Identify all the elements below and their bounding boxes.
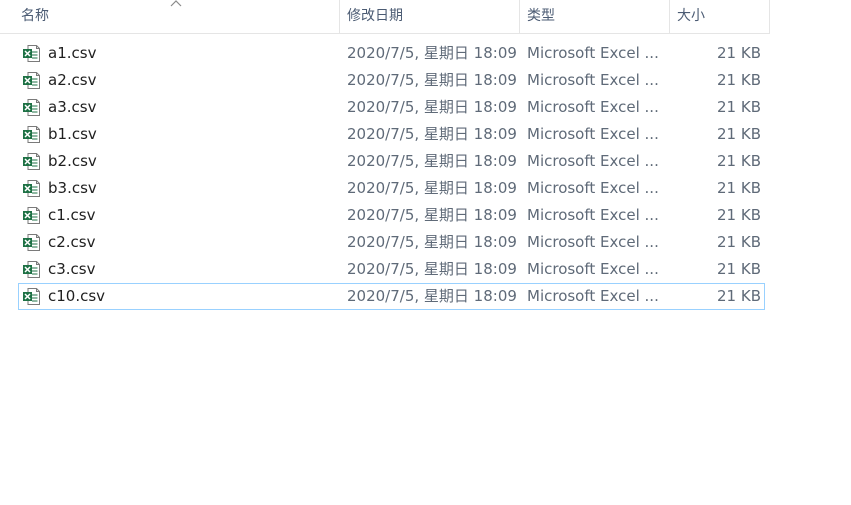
excel-csv-file-icon — [22, 125, 41, 144]
column-header-size[interactable]: 大小 — [670, 0, 770, 33]
file-row[interactable]: b1.csv 2020/7/5, 星期日 18:09 Microsoft Excel… — [18, 121, 765, 148]
file-size: 21 KB — [717, 260, 761, 278]
file-row[interactable]: c1.csv 2020/7/5, 星期日 18:09 Microsoft Excel… — [18, 202, 765, 229]
file-modified-date: 2020/7/5, 星期日 18:09 — [347, 152, 517, 170]
file-size: 21 KB — [717, 71, 761, 89]
excel-csv-file-icon — [22, 71, 41, 90]
file-modified-date: 2020/7/5, 星期日 18:09 — [347, 98, 517, 116]
file-modified-date: 2020/7/5, 星期日 18:09 — [347, 233, 517, 251]
file-modified-date: 2020/7/5, 星期日 18:09 — [347, 287, 517, 305]
excel-csv-file-icon — [22, 152, 41, 171]
file-modified-date: 2020/7/5, 星期日 18:09 — [347, 125, 517, 143]
file-row[interactable]: b2.csv 2020/7/5, 星期日 18:09 Microsoft Excel… — [18, 148, 765, 175]
file-size: 21 KB — [717, 287, 761, 305]
column-divider[interactable] — [769, 0, 770, 33]
file-row[interactable]: c2.csv 2020/7/5, 星期日 18:09 Microsoft Excel… — [18, 229, 765, 256]
excel-csv-file-icon — [22, 260, 41, 279]
column-header-size-label: 大小 — [677, 8, 705, 24]
file-size: 21 KB — [717, 152, 761, 170]
file-name: a3.csv — [48, 98, 97, 116]
file-type: Microsoft Excel ... — [527, 98, 659, 116]
file-size: 21 KB — [717, 206, 761, 224]
file-type: Microsoft Excel ... — [527, 233, 659, 251]
file-row[interactable]: a3.csv 2020/7/5, 星期日 18:09 Microsoft Excel… — [18, 94, 765, 121]
excel-csv-file-icon — [22, 44, 41, 63]
file-name: c1.csv — [48, 206, 96, 224]
file-type: Microsoft Excel ... — [527, 152, 659, 170]
file-modified-date: 2020/7/5, 星期日 18:09 — [347, 44, 517, 62]
file-name: b2.csv — [48, 152, 97, 170]
column-header-name-label: 名称 — [21, 8, 49, 24]
file-name: a1.csv — [48, 44, 97, 62]
file-name: b3.csv — [48, 179, 97, 197]
file-type: Microsoft Excel ... — [527, 44, 659, 62]
file-modified-date: 2020/7/5, 星期日 18:09 — [347, 260, 517, 278]
file-type: Microsoft Excel ... — [527, 260, 659, 278]
file-name: c10.csv — [48, 287, 106, 305]
excel-csv-file-icon — [22, 233, 41, 252]
file-name: c2.csv — [48, 233, 96, 251]
file-size: 21 KB — [717, 125, 761, 143]
file-row[interactable]: a2.csv 2020/7/5, 星期日 18:09 Microsoft Excel… — [18, 67, 765, 94]
file-row[interactable]: a1.csv 2020/7/5, 星期日 18:09 Microsoft Excel… — [18, 40, 765, 67]
file-type: Microsoft Excel ... — [527, 287, 659, 305]
file-type: Microsoft Excel ... — [527, 179, 659, 197]
file-row[interactable]: b3.csv 2020/7/5, 星期日 18:09 Microsoft Excel… — [18, 175, 765, 202]
excel-csv-file-icon — [22, 179, 41, 198]
file-modified-date: 2020/7/5, 星期日 18:09 — [347, 179, 517, 197]
file-size: 21 KB — [717, 179, 761, 197]
excel-csv-file-icon — [22, 287, 41, 306]
file-list: a1.csv 2020/7/5, 星期日 18:09 Microsoft Excel… — [18, 40, 765, 310]
file-row[interactable]: c10.csv 2020/7/5, 星期日 18:09 Microsoft Exce… — [18, 283, 765, 310]
file-row[interactable]: c3.csv 2020/7/5, 星期日 18:09 Microsoft Excel… — [18, 256, 765, 283]
column-header-date[interactable]: 修改日期 — [340, 0, 520, 33]
file-name: c3.csv — [48, 260, 96, 278]
file-name: b1.csv — [48, 125, 97, 143]
column-header-bar: 名称 修改日期 类型 大小 — [0, 0, 770, 34]
file-modified-date: 2020/7/5, 星期日 18:09 — [347, 71, 517, 89]
file-name: a2.csv — [48, 71, 97, 89]
file-type: Microsoft Excel ... — [527, 125, 659, 143]
excel-csv-file-icon — [22, 98, 41, 117]
file-type: Microsoft Excel ... — [527, 206, 659, 224]
file-size: 21 KB — [717, 44, 761, 62]
file-size: 21 KB — [717, 233, 761, 251]
sort-ascending-icon[interactable] — [170, 0, 182, 7]
file-modified-date: 2020/7/5, 星期日 18:09 — [347, 206, 517, 224]
column-header-type[interactable]: 类型 — [520, 0, 670, 33]
column-header-type-label: 类型 — [527, 8, 555, 24]
excel-csv-file-icon — [22, 206, 41, 225]
file-size: 21 KB — [717, 98, 761, 116]
file-type: Microsoft Excel ... — [527, 71, 659, 89]
column-header-date-label: 修改日期 — [347, 8, 403, 24]
